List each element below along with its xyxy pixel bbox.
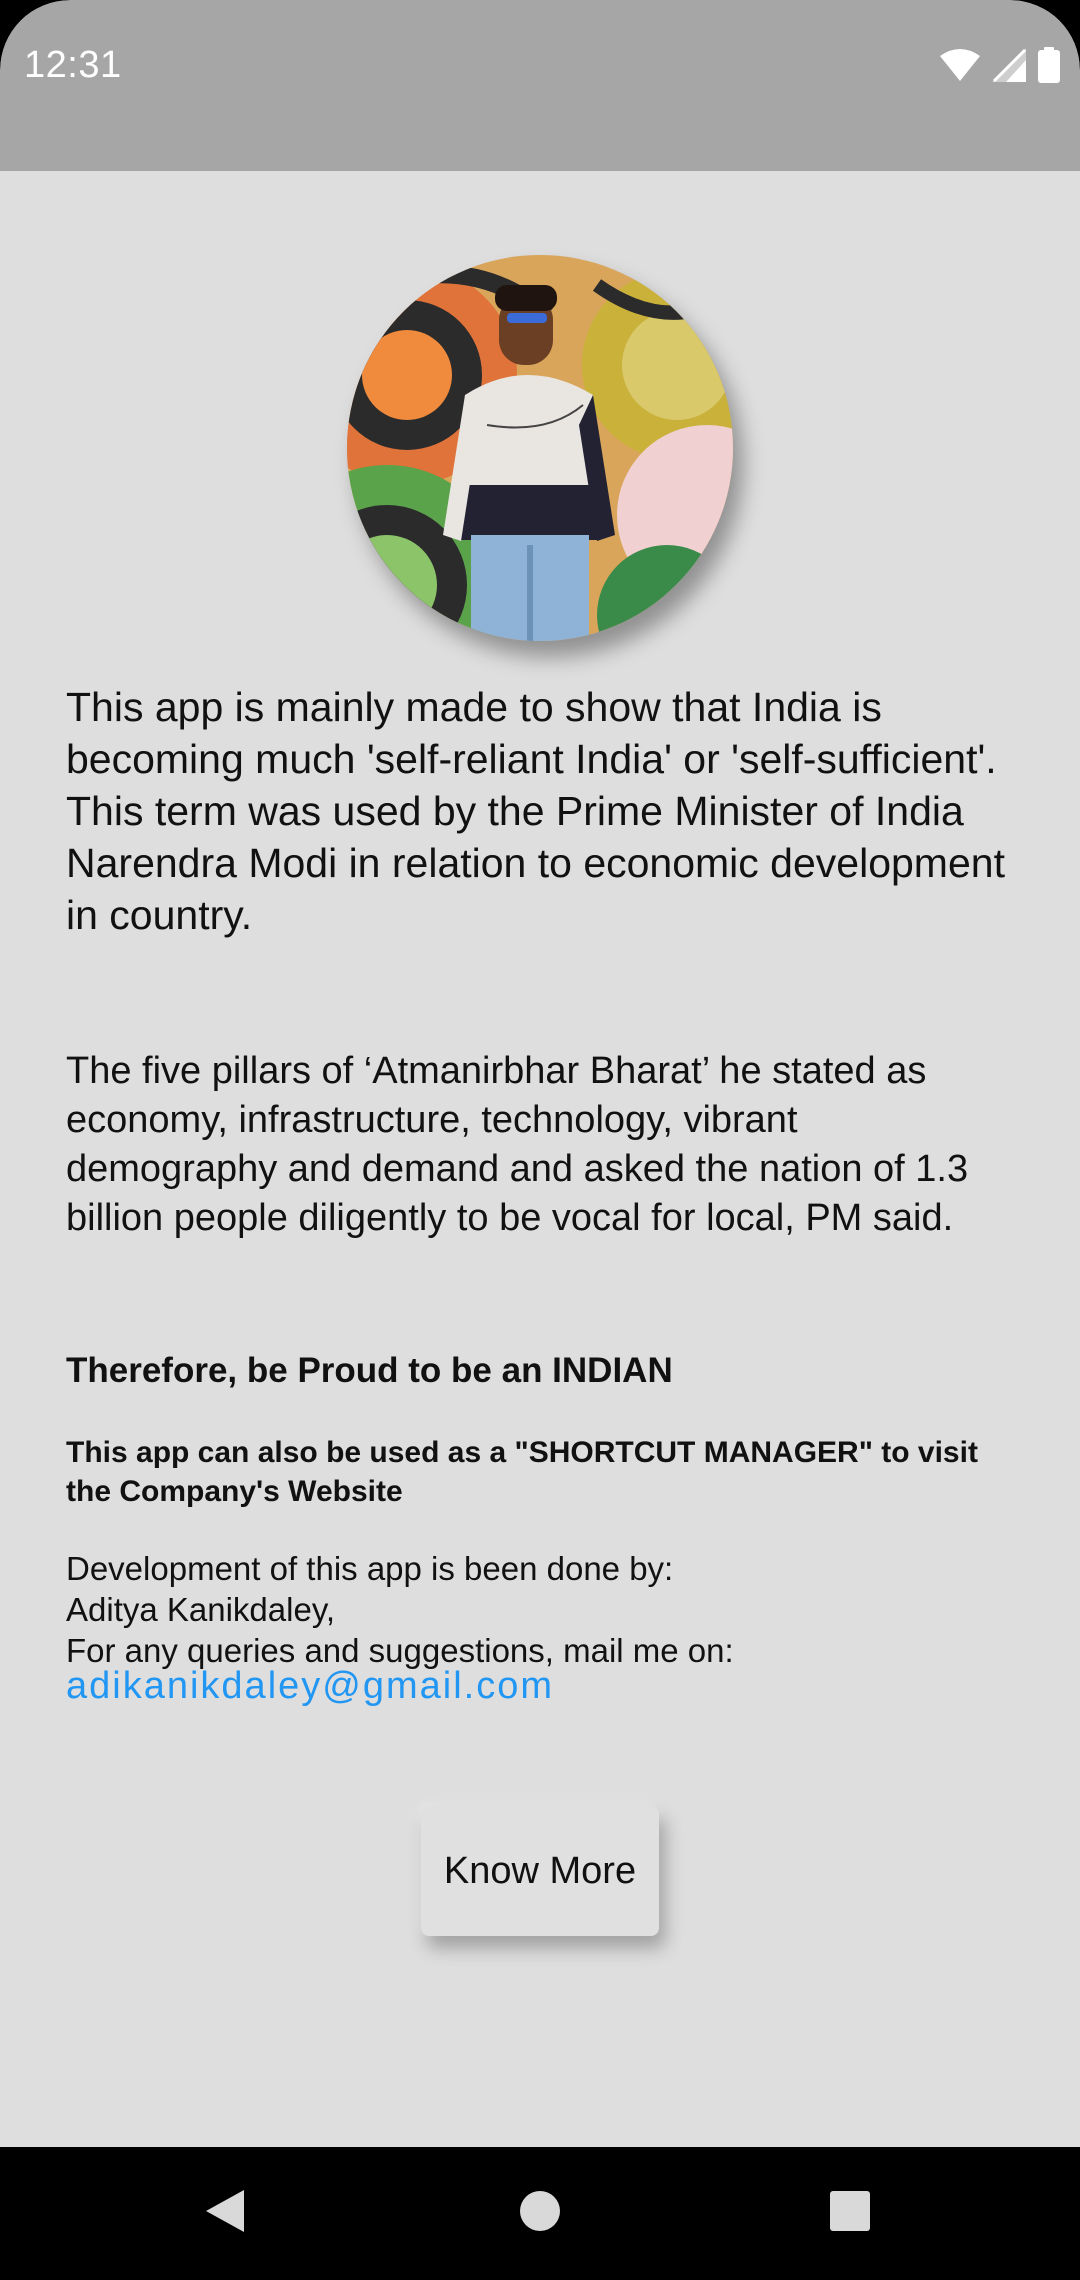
developer-line-1: Development of this app is been done by:: [66, 1550, 674, 1587]
developer-info: Development of this app is been done by:…: [66, 1548, 1016, 1671]
device-screen: 12:31 This app is mainly made to show th…: [0, 0, 1080, 2280]
proud-heading: Therefore, be Proud to be an INDIAN: [66, 1351, 673, 1390]
back-button[interactable]: [165, 2147, 285, 2280]
developer-name: Aditya Kanikdaley,: [66, 1591, 336, 1628]
main-content: This app is mainly made to show that Ind…: [0, 171, 1080, 2147]
know-more-button[interactable]: Know More: [421, 1806, 659, 1936]
battery-icon: [1038, 46, 1060, 88]
status-icons: [940, 46, 1060, 88]
back-icon: [204, 2188, 246, 2239]
intro-text: This app is mainly made to show that Ind…: [66, 684, 1005, 938]
profile-photo: [347, 255, 733, 641]
home-icon: [519, 2190, 561, 2237]
shortcut-note: This app can also be used as a "SHORTCUT…: [66, 1436, 978, 1508]
email-link[interactable]: adikanikdaley@gmail.com: [66, 1665, 554, 1708]
cellular-signal-icon: [992, 47, 1027, 87]
status-bar: 12:31: [0, 0, 1080, 171]
wifi-icon: [940, 48, 980, 87]
home-button[interactable]: [480, 2147, 600, 2280]
pillars-text: The five pillars of ‘Atmanirbhar Bharat’…: [66, 1050, 969, 1239]
navigation-bar: [0, 2147, 1080, 2280]
recents-icon: [829, 2190, 871, 2237]
status-time: 12:31: [24, 44, 122, 86]
recents-button[interactable]: [790, 2147, 910, 2280]
